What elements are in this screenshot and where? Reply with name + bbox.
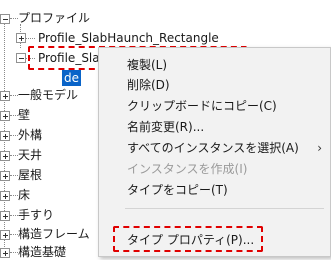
tree-node-profile[interactable]: プロファイル — [18, 10, 90, 26]
menu-separator — [125, 208, 324, 209]
tree-node-category[interactable]: 床 — [18, 187, 30, 203]
tree-guide-line — [10, 95, 18, 96]
tree-node-category[interactable]: 構造基礎 — [18, 244, 66, 260]
context-menu: 複製(L) 削除(D) クリップボードにコピー(C) 名前変更(R)... すべ… — [98, 47, 331, 257]
expand-toggle-icon[interactable] — [0, 211, 10, 221]
expand-toggle-icon[interactable] — [16, 33, 26, 43]
expand-toggle-icon[interactable] — [0, 171, 10, 181]
expand-toggle-icon[interactable] — [0, 191, 10, 201]
tree-node-category[interactable]: 壁 — [18, 107, 30, 123]
submenu-arrow-icon: › — [317, 141, 322, 155]
expand-toggle-icon[interactable] — [0, 230, 10, 240]
tree-guide-line — [10, 135, 18, 136]
type-properties-highlight-box — [113, 226, 263, 252]
menu-item-copy-type[interactable]: タイプをコピー(T) — [127, 182, 228, 198]
tree-guide-line — [10, 215, 18, 216]
tree-node-category[interactable]: 一般モデル — [18, 87, 78, 103]
tree-guide-line — [10, 252, 18, 253]
tree-guide-line — [10, 195, 18, 196]
expand-toggle-icon[interactable] — [0, 91, 10, 101]
menu-item-delete[interactable]: 削除(D) — [127, 77, 170, 93]
tree-node-category[interactable]: 手すり — [18, 207, 54, 223]
expand-toggle-icon[interactable] — [0, 151, 10, 161]
tree-guide-line — [10, 18, 18, 19]
expand-toggle-icon[interactable] — [0, 111, 10, 121]
menu-item-duplicate[interactable]: 複製(L) — [127, 57, 167, 73]
menu-item-rename[interactable]: 名前変更(R)... — [127, 119, 204, 135]
menu-item-create-instance: インスタンスを作成(I) — [127, 162, 248, 176]
tree-guide-line — [10, 175, 18, 176]
tree-node-category[interactable]: 構造フレーム — [18, 226, 90, 242]
tree-guide-line — [10, 155, 18, 156]
tree-node-category[interactable]: 外構 — [18, 127, 42, 143]
tree-node-category[interactable]: 天井 — [18, 147, 42, 163]
tree-node-category[interactable]: 屋根 — [18, 167, 42, 183]
menu-item-select-all-instances[interactable]: すべてのインスタンスを選択(A) — [127, 140, 299, 156]
menu-item-copy-to-clipboard[interactable]: クリップボードにコピー(C) — [127, 98, 277, 114]
tree-guide-line — [10, 234, 18, 235]
expand-toggle-icon[interactable] — [0, 131, 10, 141]
collapse-toggle-icon[interactable] — [0, 14, 10, 24]
selected-type-item[interactable]: de — [62, 70, 81, 86]
collapse-toggle-icon[interactable] — [16, 53, 26, 63]
tree-guide-line — [10, 115, 18, 116]
tree-node-profile-rectangle[interactable]: Profile_SlabHaunch_Rectangle — [38, 30, 219, 46]
